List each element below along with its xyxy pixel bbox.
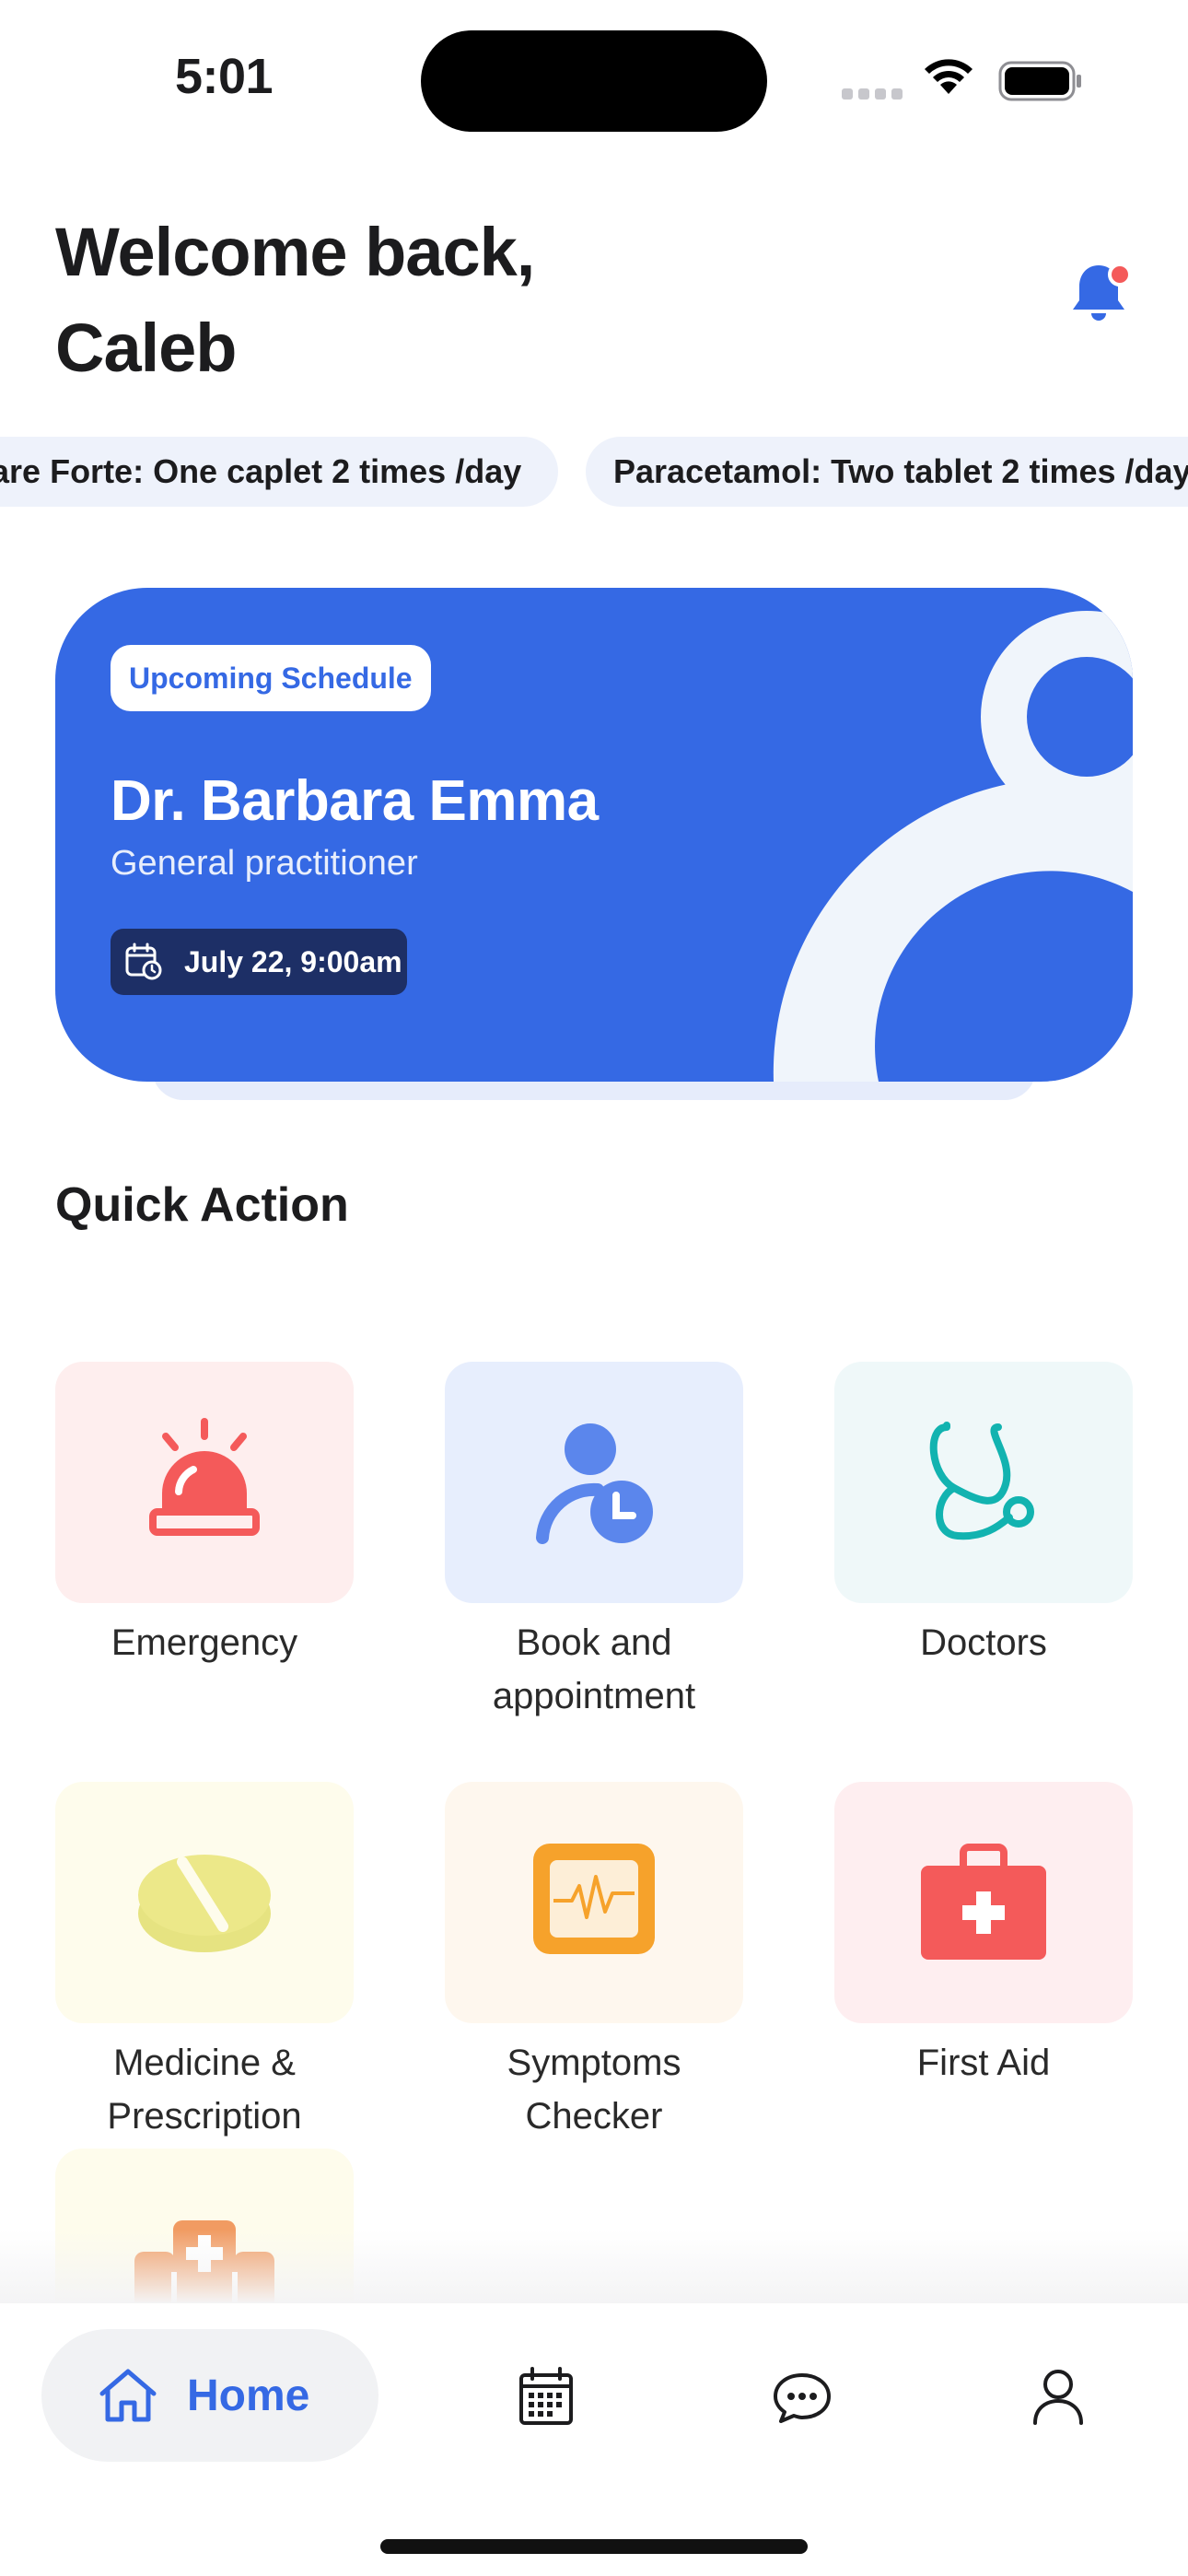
wifi-icon	[925, 59, 973, 94]
welcome-line: Welcome back,	[55, 214, 535, 290]
tab-home[interactable]: Home	[41, 2329, 379, 2462]
emergency-tile[interactable]	[55, 1362, 354, 1603]
medication-chip[interactable]: Paracetamol: Two tablet 2 times /day	[586, 437, 1188, 507]
upcoming-schedule-card[interactable]: Upcoming Schedule Dr. Barbara Emma Gener…	[55, 588, 1133, 1082]
tile-label-book-appointment: Book and appointment	[492, 1622, 696, 1716]
user-name: Caleb	[55, 310, 238, 386]
home-indicator[interactable]	[380, 2539, 808, 2554]
tab-home-label: Home	[187, 2371, 310, 2420]
medication-reminders: care Forte: One caplet 2 times /day Para…	[0, 437, 1188, 507]
doctors-tile[interactable]	[834, 1362, 1133, 1603]
home-screen: 5:01 Welcome back, Caleb care Forte: One…	[0, 0, 1188, 2576]
alarm-siren-icon	[149, 1418, 260, 1536]
tile-label-emergency: Emergency	[111, 1622, 298, 1663]
first-aid-tile[interactable]	[834, 1782, 1133, 2023]
bottom-tab-bar: Home	[0, 2303, 1188, 2576]
tile-label-doctors: Doctors	[920, 1622, 1047, 1663]
heart-monitor-icon	[533, 1844, 655, 1954]
pill-icon	[138, 1855, 271, 1952]
calendar-clock-icon	[125, 943, 162, 980]
medication-chip[interactable]: care Forte: One caplet 2 times /day	[0, 437, 558, 507]
doctor-role: General practitioner	[111, 844, 418, 883]
appointment-date-pill: July 22, 9:00am	[111, 929, 407, 995]
status-time: 5:01	[175, 49, 274, 104]
schedule-badge: Upcoming Schedule	[111, 645, 431, 711]
doctor-name: Dr. Barbara Emma	[111, 769, 599, 833]
dynamic-island	[421, 30, 767, 132]
symptoms-checker-tile[interactable]	[445, 1782, 743, 2023]
profile-icon[interactable]	[1026, 2364, 1090, 2429]
user-clock-icon	[536, 1423, 653, 1544]
quick-action-heading: Quick Action	[55, 1178, 349, 1232]
cellular-signal-icon	[842, 88, 903, 100]
chat-icon[interactable]	[770, 2364, 834, 2429]
appointment-datetime: July 22, 9:00am	[184, 944, 402, 978]
battery-icon	[998, 61, 1081, 101]
stethoscope-icon	[929, 1422, 1034, 1540]
first-aid-kit-icon	[921, 1844, 1046, 1960]
tile-label-medicine: Medicine & Prescription	[107, 2043, 302, 2137]
medicine-prescription-tile[interactable]	[55, 1782, 354, 2023]
calendar-icon[interactable]	[514, 2364, 578, 2429]
tile-label-first-aid: First Aid	[916, 2043, 1051, 2083]
scroll-fade	[0, 2230, 1188, 2303]
book-appointment-tile[interactable]	[445, 1362, 743, 1603]
welcome-heading: Welcome back, Caleb	[55, 205, 700, 396]
notification-bell-icon[interactable]	[1068, 260, 1133, 326]
home-icon	[99, 2369, 157, 2422]
tile-label-symptoms: Symptoms Checker	[507, 2043, 681, 2137]
